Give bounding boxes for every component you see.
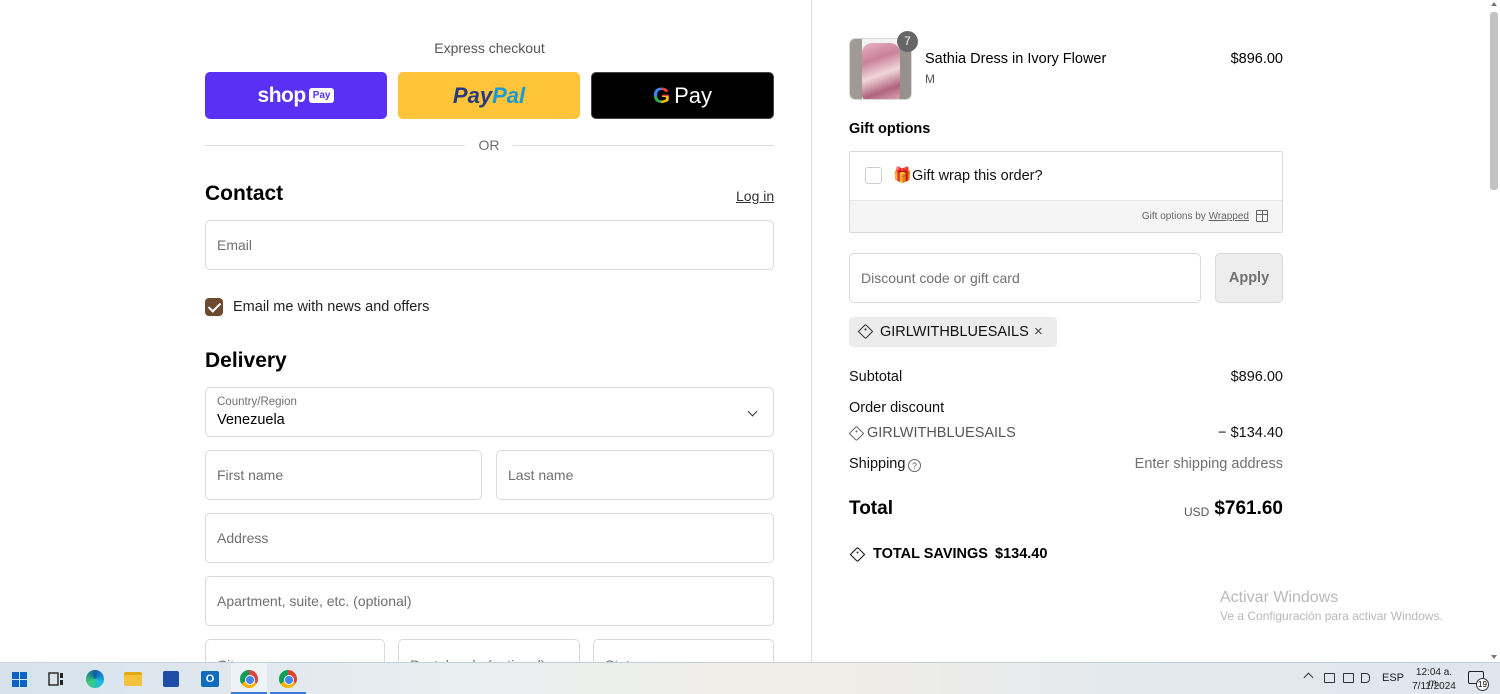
product-price: $896.00: [1230, 51, 1283, 67]
subtotal-label: Subtotal: [849, 369, 903, 385]
first-name-field[interactable]: First name: [205, 450, 482, 500]
store-icon[interactable]: [160, 668, 182, 690]
last-name-field[interactable]: Last name: [496, 450, 774, 500]
show-hidden-icons-chevron-icon[interactable]: [1303, 672, 1314, 683]
dress-image: [862, 43, 900, 99]
total-value: $761.60: [1214, 498, 1283, 519]
shop-pay-brand: shop: [257, 83, 307, 107]
email-field[interactable]: Email: [205, 220, 774, 270]
remove-discount-icon[interactable]: ×: [1034, 323, 1043, 340]
gift-options-by-text: Gift options by Wrapped: [1142, 211, 1249, 222]
country-value: Venezuela: [217, 412, 285, 428]
discount-code-field[interactable]: Discount code or gift card: [849, 253, 1201, 303]
file-explorer-icon[interactable]: [122, 668, 144, 690]
task-view-icon[interactable]: [45, 668, 67, 690]
outlook-letter: O: [201, 671, 219, 687]
gift-by-prefix: Gift options by: [1141, 211, 1206, 222]
product-name: Sathia Dress in Ivory Flower: [925, 51, 1107, 67]
delivery-heading: Delivery: [205, 349, 287, 372]
or-divider-right: [513, 145, 774, 146]
windows-start-icon[interactable]: [8, 668, 30, 690]
edge-browser-icon[interactable]: [84, 668, 106, 690]
checkout-form-column: Express checkout shop Pay Pay Pal G Pay O…: [0, 0, 811, 669]
meet-now-icon[interactable]: [1324, 673, 1335, 683]
gift-options-footer: Gift options by Wrapped: [850, 200, 1282, 232]
help-icon[interactable]: ?: [908, 459, 921, 472]
news-offers-checkbox[interactable]: [205, 298, 223, 316]
log-in-link[interactable]: Log in: [736, 188, 774, 204]
shipping-value: Enter shipping address: [1134, 456, 1283, 472]
activate-windows-title: Activar Windows: [1220, 589, 1339, 606]
shipping-label: Shipping: [849, 456, 906, 472]
gift-icon: 🎁: [893, 167, 912, 184]
or-divider-text: OR: [478, 137, 500, 153]
scroll-thumb[interactable]: [1490, 12, 1498, 190]
small-gift-icon: [1256, 210, 1268, 222]
or-divider-left: [205, 145, 465, 146]
applied-discount-chip: GIRLWITHBLUESAILS ×: [849, 317, 1057, 347]
apartment-field[interactable]: Apartment, suite, etc. (optional): [205, 576, 774, 626]
gift-wrap-label[interactable]: Gift wrap this order?: [912, 168, 1043, 184]
product-variant: M: [925, 72, 935, 86]
news-offers-label[interactable]: Email me with news and offers: [233, 299, 429, 315]
language-indicator[interactable]: ESP: [1382, 672, 1404, 684]
clock-date[interactable]: 7/11/2024: [1409, 681, 1459, 692]
activate-windows-subtitle: Ve a Configuración para activar Windows.: [1220, 609, 1443, 623]
country-select[interactable]: Country/Region Venezuela: [205, 387, 774, 437]
order-discount-value: − $134.40: [1218, 425, 1283, 441]
contact-heading: Contact: [205, 182, 284, 205]
apartment-placeholder: Apartment, suite, etc. (optional): [217, 593, 412, 609]
gift-wrap-row[interactable]: 🎁 Gift wrap this order?: [850, 152, 1282, 200]
gift-options-heading: Gift options: [849, 121, 931, 137]
first-name-placeholder: First name: [217, 467, 284, 483]
notification-count-badge: 19: [1476, 678, 1489, 691]
subtotal-value: $896.00: [1230, 369, 1283, 385]
chrome-icon-2[interactable]: [277, 668, 299, 690]
quantity-badge: 7: [897, 31, 918, 52]
tag-icon: [857, 323, 874, 340]
paypal-logo-part2: Pal: [492, 82, 526, 108]
outlook-icon[interactable]: O: [199, 668, 221, 690]
address-placeholder: Address: [217, 530, 269, 546]
order-discount-label: Order discount: [849, 400, 945, 416]
shop-pay-badge: Pay: [308, 88, 335, 103]
google-pay-button[interactable]: G Pay: [591, 72, 774, 119]
total-label: Total: [849, 498, 893, 519]
scroll-down-icon[interactable]: [1491, 655, 1497, 659]
email-placeholder: Email: [217, 237, 253, 253]
google-pay-label: Pay: [674, 82, 713, 108]
paypal-button[interactable]: Pay Pal: [398, 72, 580, 119]
order-discount-code: GIRLWITHBLUESAILS: [867, 425, 1016, 441]
last-name-placeholder: Last name: [508, 467, 574, 483]
checkout-page: Express checkout shop Pay Pay Pal G Pay O…: [0, 0, 1500, 669]
total-currency: USD: [1184, 505, 1210, 519]
apply-discount-button[interactable]: Apply: [1215, 253, 1283, 303]
chevron-down-icon: [747, 406, 758, 417]
chrome-icon[interactable]: [238, 668, 260, 690]
paypal-logo-part1: Pay: [452, 82, 493, 108]
applied-discount-code: GIRLWITHBLUESAILS: [880, 324, 1029, 340]
express-checkout-title: Express checkout: [434, 40, 545, 56]
shop-pay-button[interactable]: shop Pay: [205, 72, 387, 119]
total-savings-value: $134.40: [995, 546, 1048, 562]
country-label: Country/Region: [217, 396, 297, 408]
discount-placeholder: Discount code or gift card: [861, 270, 1020, 286]
total-savings-label: TOTAL SAVINGS: [873, 546, 988, 562]
scroll-up-icon[interactable]: [1491, 2, 1497, 6]
google-g-icon: G: [652, 82, 671, 108]
gift-options-box: 🎁 Gift wrap this order? Gift options by …: [849, 151, 1283, 233]
vertical-scrollbar[interactable]: [1488, 0, 1500, 662]
network-icon[interactable]: [1343, 673, 1354, 683]
windows-taskbar: O ESP 12:04 a. m. 7/11/2024 19: [0, 662, 1500, 694]
volume-icon[interactable]: [1361, 673, 1370, 683]
address-field[interactable]: Address: [205, 513, 774, 563]
wrapped-link[interactable]: Wrapped: [1209, 211, 1249, 222]
gift-wrap-checkbox[interactable]: [865, 167, 882, 184]
